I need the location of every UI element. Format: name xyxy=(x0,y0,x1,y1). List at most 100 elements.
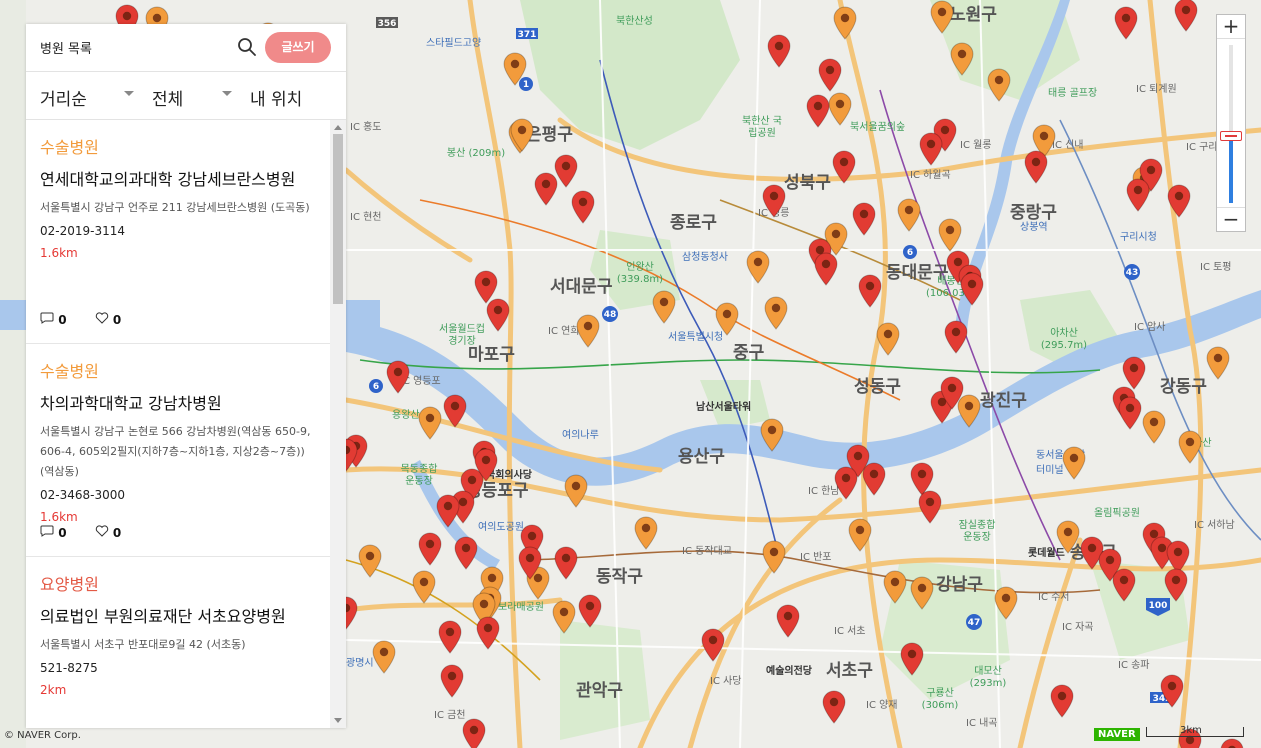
list-scrollbar[interactable] xyxy=(330,120,346,728)
list-item[interactable]: 수술병원 연세대학교의과대학 강남세브란스병원 서울특별시 강남구 언주로 21… xyxy=(26,120,330,344)
map-marker-orange[interactable] xyxy=(1141,410,1167,444)
map-marker-orange[interactable] xyxy=(986,68,1012,102)
map-marker-red[interactable] xyxy=(851,202,877,236)
map-marker-orange[interactable] xyxy=(875,322,901,356)
map-marker-red[interactable] xyxy=(1117,396,1143,430)
like-count[interactable]: 0 xyxy=(95,525,121,540)
comment-count[interactable]: 0 xyxy=(40,525,71,540)
map-marker-red[interactable] xyxy=(813,252,839,286)
map-marker-orange[interactable] xyxy=(832,6,858,40)
map-marker-red[interactable] xyxy=(1173,0,1199,32)
map-marker-red[interactable] xyxy=(766,34,792,68)
map-marker-red[interactable] xyxy=(861,462,887,496)
map-marker-orange[interactable] xyxy=(1061,446,1087,480)
scroll-thumb[interactable] xyxy=(333,134,343,304)
zoom-slider-handle[interactable] xyxy=(1220,131,1242,141)
map-marker-red[interactable] xyxy=(461,718,487,748)
item-name[interactable]: 차의과학대학교 강남차병원 xyxy=(40,390,316,418)
comment-count[interactable]: 0 xyxy=(40,312,71,327)
sort-select[interactable]: 거리순 xyxy=(40,85,134,110)
map-marker-orange[interactable] xyxy=(909,576,935,610)
map-marker-red[interactable] xyxy=(475,616,501,650)
map-marker-orange[interactable] xyxy=(937,218,963,252)
scroll-up-arrow-icon[interactable] xyxy=(334,125,342,130)
map-marker-red[interactable] xyxy=(437,620,463,654)
item-name[interactable]: 의료법인 부원의료재단 서초요양병원 xyxy=(40,603,316,631)
map-marker-red[interactable] xyxy=(517,546,543,580)
map-marker-red[interactable] xyxy=(1219,738,1245,748)
map-marker-red[interactable] xyxy=(577,594,603,628)
map-marker-orange[interactable] xyxy=(949,42,975,76)
map-marker-orange[interactable] xyxy=(761,540,787,574)
item-name[interactable]: 연세대학교의과대학 강남세브란스병원 xyxy=(40,166,316,194)
map-marker-red[interactable] xyxy=(775,604,801,638)
zoom-in-button[interactable]: + xyxy=(1217,15,1245,39)
map-marker-red[interactable] xyxy=(553,546,579,580)
scroll-down-arrow-icon[interactable] xyxy=(334,718,342,723)
map-marker-red[interactable] xyxy=(1163,568,1189,602)
map-marker-red[interactable] xyxy=(761,184,787,218)
my-location-button[interactable]: 내 위치 xyxy=(250,85,302,110)
map-marker-red[interactable] xyxy=(1125,178,1151,212)
map-marker-orange[interactable] xyxy=(882,570,908,604)
hospital-list[interactable]: 수술병원 연세대학교의과대학 강남세브란스병원 서울특별시 강남구 언주로 21… xyxy=(26,120,330,728)
map-marker-orange[interactable] xyxy=(847,518,873,552)
map-marker-orange[interactable] xyxy=(502,52,528,86)
map-marker-red[interactable] xyxy=(385,360,411,394)
map-marker-red[interactable] xyxy=(700,628,726,662)
map-marker-red[interactable] xyxy=(1159,674,1185,708)
map-marker-orange[interactable] xyxy=(651,290,677,324)
map-marker-red[interactable] xyxy=(1166,184,1192,218)
write-button[interactable]: 글쓰기 xyxy=(265,32,331,63)
map-marker-red[interactable] xyxy=(485,298,511,332)
list-item[interactable]: 수술병원 차의과학대학교 강남차병원 서울특별시 강남구 논현로 566 강남차… xyxy=(26,344,330,557)
map-marker-orange[interactable] xyxy=(1177,430,1203,464)
search-button[interactable] xyxy=(236,36,258,58)
map-marker-orange[interactable] xyxy=(417,406,443,440)
map-marker-red[interactable] xyxy=(435,494,461,528)
map-marker-red[interactable] xyxy=(833,466,859,500)
like-count[interactable]: 0 xyxy=(95,312,121,327)
map-marker-red[interactable] xyxy=(533,172,559,206)
map-marker-red[interactable] xyxy=(959,272,985,306)
map-marker-orange[interactable] xyxy=(357,544,383,578)
map-marker-red[interactable] xyxy=(939,376,965,410)
map-marker-red[interactable] xyxy=(417,532,443,566)
map-marker-orange[interactable] xyxy=(509,118,535,152)
map-marker-red[interactable] xyxy=(918,132,944,166)
map-marker-red[interactable] xyxy=(917,490,943,524)
map-marker-red[interactable] xyxy=(1121,356,1147,390)
map-marker-orange[interactable] xyxy=(993,586,1019,620)
map-marker-orange[interactable] xyxy=(551,600,577,634)
map-marker-orange[interactable] xyxy=(1205,346,1231,380)
naver-logo[interactable]: NAVER xyxy=(1094,728,1140,741)
map-marker-red[interactable] xyxy=(570,190,596,224)
map-marker-orange[interactable] xyxy=(714,302,740,336)
map-marker-red[interactable] xyxy=(1049,684,1075,718)
map-marker-red[interactable] xyxy=(817,58,843,92)
map-marker-red[interactable] xyxy=(1113,6,1139,40)
map-marker-red[interactable] xyxy=(1023,150,1049,184)
map-marker-orange[interactable] xyxy=(563,474,589,508)
map-marker-red[interactable] xyxy=(442,394,468,428)
category-select[interactable]: 전체 xyxy=(152,85,232,110)
map-marker-red[interactable] xyxy=(821,690,847,724)
map-marker-red[interactable] xyxy=(831,150,857,184)
map-marker-orange[interactable] xyxy=(929,0,955,34)
map-marker-red[interactable] xyxy=(943,320,969,354)
map-marker-red[interactable] xyxy=(805,94,831,128)
map-marker-red[interactable] xyxy=(857,274,883,308)
map-marker-orange[interactable] xyxy=(1055,520,1081,554)
map-marker-red[interactable] xyxy=(439,664,465,698)
map-marker-orange[interactable] xyxy=(633,516,659,550)
map-marker-orange[interactable] xyxy=(575,314,601,348)
map-marker-red[interactable] xyxy=(453,536,479,570)
map-marker-red[interactable] xyxy=(899,642,925,676)
map-marker-orange[interactable] xyxy=(411,570,437,604)
map-marker-orange[interactable] xyxy=(371,640,397,674)
map-marker-orange[interactable] xyxy=(759,418,785,452)
map-marker-red[interactable] xyxy=(1111,568,1137,602)
zoom-out-button[interactable]: − xyxy=(1217,207,1245,231)
list-item[interactable]: 요양병원 의료법인 부원의료재단 서초요양병원 서울특별시 서초구 반포대로9길… xyxy=(26,557,330,728)
map-marker-orange[interactable] xyxy=(896,198,922,232)
